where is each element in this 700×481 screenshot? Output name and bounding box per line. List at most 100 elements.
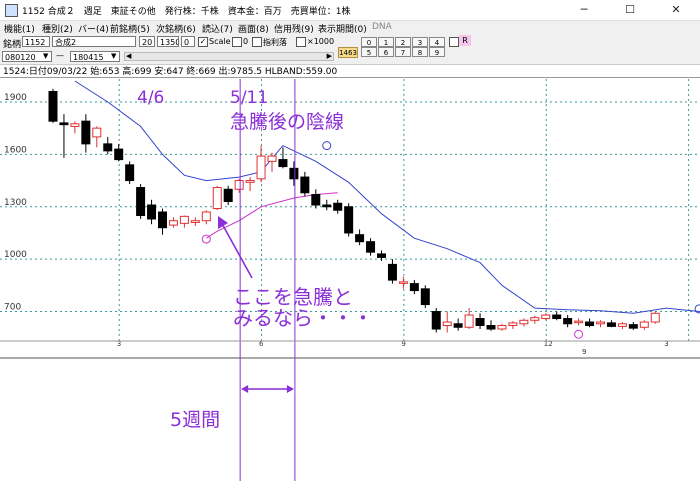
code-input[interactable]: 1152 xyxy=(22,36,50,47)
candle-up xyxy=(541,314,551,320)
title-bar: 1152 合成２ 週足 東証その他 発行株：千株 資本金：百万 売買単位：1株 … xyxy=(0,0,700,21)
candle-up xyxy=(639,321,649,328)
candle-up xyxy=(245,180,255,183)
times-checkbox[interactable] xyxy=(296,37,306,47)
candle-down xyxy=(409,283,419,292)
candle-down xyxy=(585,321,595,327)
candle-down xyxy=(103,143,113,152)
candle-up xyxy=(70,123,80,127)
date-scrollbar[interactable]: ◀ ▶ xyxy=(124,52,334,61)
candle-up xyxy=(519,319,529,325)
annotation-span-label: 5週間 xyxy=(170,409,220,431)
r-button[interactable]: R xyxy=(459,35,471,46)
quote-info-bar: 1524:日付09/03/22 始:653 高:699 安:647 終:669 … xyxy=(0,64,700,78)
candle-down xyxy=(453,323,463,328)
y-tick-label: 1600 xyxy=(4,145,27,155)
chevron-down-icon[interactable]: ▼ xyxy=(111,52,116,60)
year-label: 9 xyxy=(582,348,586,356)
y-tick-label: 1000 xyxy=(4,250,27,260)
candle-up xyxy=(508,322,518,327)
candle-up xyxy=(256,155,266,180)
candle-up xyxy=(267,155,277,162)
margin-label: 指利落 xyxy=(263,38,287,47)
candle-up xyxy=(168,220,178,226)
r-checkbox[interactable] xyxy=(449,37,459,47)
candlestick-chart[interactable]: 1900160013001000700 3 6 9 12 39 4/6 5/11急騰後の陰… xyxy=(0,79,700,481)
num-button-7[interactable]: 7 xyxy=(395,47,411,57)
candle-up xyxy=(530,317,540,321)
candle-up xyxy=(201,211,211,222)
candle-down xyxy=(475,318,485,327)
num-button-1[interactable]: 1 xyxy=(378,37,394,47)
candle-up xyxy=(179,215,189,224)
candle-down xyxy=(300,176,310,194)
annotation-date-right: 5/11 xyxy=(230,88,268,108)
num-button-6[interactable]: 6 xyxy=(378,47,394,57)
times-label: ×1000 xyxy=(307,37,335,46)
chevron-down-icon[interactable]: ▼ xyxy=(43,52,48,60)
maximize-button[interactable]: ☐ xyxy=(607,0,653,20)
candle-down xyxy=(628,324,638,329)
candle-down xyxy=(311,194,321,206)
y-tick-label: 1300 xyxy=(4,198,27,208)
scale-checkbox[interactable]: ✓ xyxy=(198,37,208,47)
num-button-9[interactable]: 9 xyxy=(429,47,445,57)
zero-label: 0 xyxy=(243,37,249,46)
candle-up xyxy=(398,281,408,284)
candle-down xyxy=(355,234,365,243)
candle-down xyxy=(125,164,135,182)
candle-down xyxy=(289,167,299,180)
num-button-3[interactable]: 3 xyxy=(412,37,428,47)
scroll-left-icon[interactable]: ◀ xyxy=(126,52,131,60)
price-badge: 1463 xyxy=(338,47,358,58)
candle-down xyxy=(563,318,573,325)
candle-down xyxy=(377,253,386,258)
zero-input[interactable]: 0 xyxy=(181,36,195,47)
y-tick-label: 1900 xyxy=(4,93,27,103)
window-title: 1152 合成２ 週足 東証その他 発行株：千株 資本金：百万 売買単位：1株 xyxy=(22,7,351,17)
candle-down xyxy=(431,311,441,330)
num-button-5[interactable]: 5 xyxy=(361,47,377,57)
scroll-right-icon[interactable]: ▶ xyxy=(327,52,332,60)
date-separator: — xyxy=(56,51,64,60)
menu-item-dna: DNA xyxy=(372,22,392,32)
num-button-4[interactable]: 4 xyxy=(429,37,445,47)
candle-up xyxy=(190,220,200,223)
num-button-2[interactable]: 2 xyxy=(395,37,411,47)
num-button-8[interactable]: 8 xyxy=(412,47,428,57)
zero-checkbox[interactable] xyxy=(232,37,242,47)
scale-label: Scale xyxy=(209,37,231,46)
candle-up xyxy=(650,312,660,323)
candle-up xyxy=(596,321,605,325)
code-label: 銘柄 xyxy=(3,40,22,50)
annotation-date-left: 4/6 xyxy=(137,88,164,108)
margin-checkbox[interactable] xyxy=(252,37,262,47)
period-input[interactable]: 20 xyxy=(139,36,155,47)
price-input[interactable]: 1350 xyxy=(157,36,179,47)
minimize-button[interactable]: ─ xyxy=(561,0,607,20)
candle-down xyxy=(387,263,397,281)
candle-down xyxy=(552,314,562,320)
candle-down xyxy=(486,325,496,330)
candle-down xyxy=(322,204,332,208)
candle-down xyxy=(158,211,167,229)
candle-up xyxy=(234,180,244,190)
candle-down xyxy=(48,90,58,122)
candle-down xyxy=(344,206,354,234)
close-button[interactable]: ✕ xyxy=(653,0,699,20)
candle-down xyxy=(223,188,233,203)
num-button-0[interactable]: 0 xyxy=(361,37,377,47)
menu-bar: 機能(1) 種別(2) バー(4) 前銘柄(5) 次銘柄(6) 読込(7) 画面… xyxy=(0,21,700,35)
candle-down xyxy=(606,322,616,327)
candle-down xyxy=(114,148,124,161)
candle-down xyxy=(278,159,288,168)
candle-up xyxy=(442,321,452,327)
name-input[interactable]: 合成2 xyxy=(52,36,136,47)
toolbar-bottom: 080120 ▼ — 180415 ▼ ◀ ▶ 1463 5 6 7 8 9 xyxy=(0,47,700,64)
y-tick-label: 700 xyxy=(4,303,21,313)
candle-down xyxy=(420,288,430,306)
app-icon xyxy=(5,4,18,17)
candle-down xyxy=(81,120,91,145)
candle-up xyxy=(212,187,222,210)
candle-down xyxy=(147,204,157,220)
